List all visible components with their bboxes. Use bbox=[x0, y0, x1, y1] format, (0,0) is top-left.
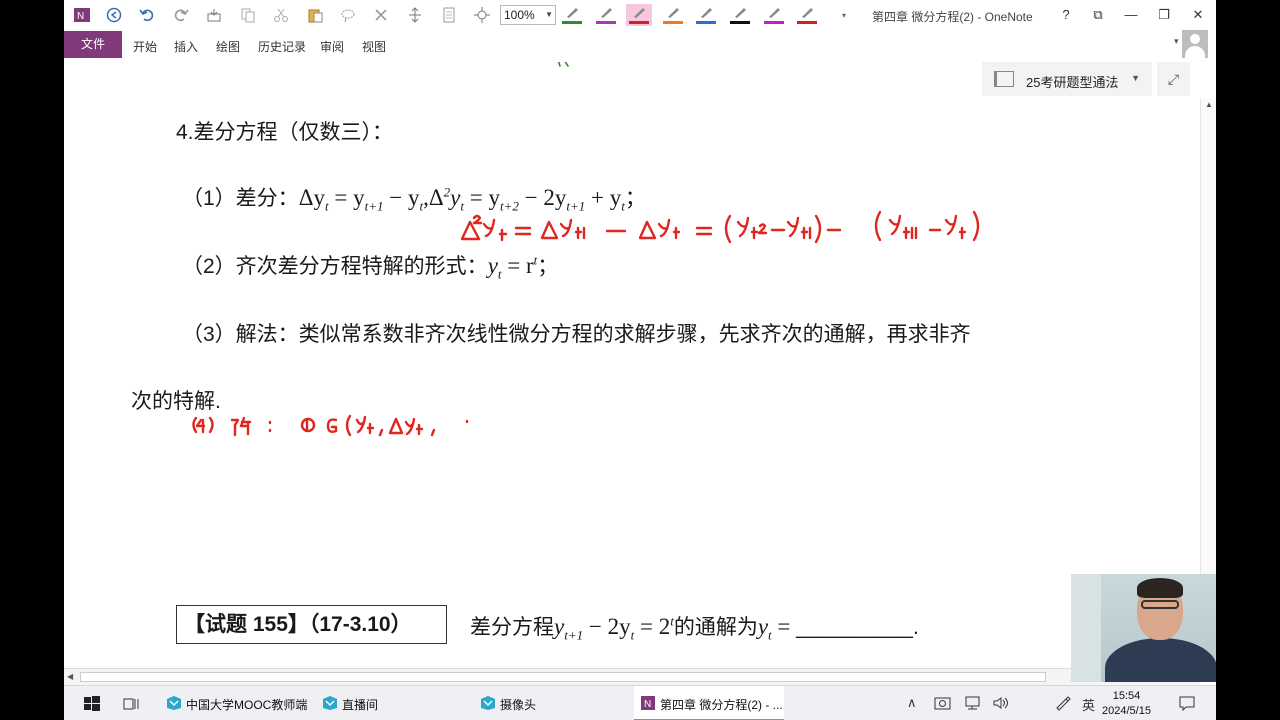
pen-icon bbox=[769, 8, 780, 18]
trial-question: 差分方程yt+1 − 2yt = 2t的通解为yt = __________. bbox=[470, 613, 919, 643]
ribbon-tabs: 文件 开始 插入 绘图 历史记录 审阅 视图 ▾ bbox=[64, 30, 1216, 60]
pen-color-bar bbox=[562, 21, 582, 24]
taskbar-item-mooc[interactable]: 中国大学MOOC教师端 bbox=[160, 686, 307, 720]
undo-icon[interactable] bbox=[137, 5, 157, 25]
task-view-icon bbox=[123, 698, 139, 710]
clock-date: 2024/5/15 bbox=[1102, 705, 1151, 717]
task-view-button[interactable] bbox=[114, 686, 148, 720]
taskbar-item-live[interactable]: 直播间 bbox=[316, 686, 461, 720]
mooc-app-icon bbox=[323, 696, 337, 710]
insert-space-icon[interactable] bbox=[405, 5, 425, 25]
svg-text:N: N bbox=[644, 699, 651, 710]
start-button[interactable] bbox=[72, 686, 112, 720]
taskbar: 中国大学MOOC教师端 直播间 摄像头 N 第四章 微分方程(2) - ... … bbox=[64, 685, 1216, 720]
tab-history[interactable]: 历史记录 bbox=[258, 38, 306, 55]
clock-time: 15:54 bbox=[1112, 690, 1141, 702]
svg-text:N: N bbox=[77, 11, 84, 22]
zoom-value: 100% bbox=[504, 8, 535, 22]
ribbon-display-button[interactable]: ⧉ bbox=[1083, 5, 1113, 25]
handwritten-ink-layer[interactable] bbox=[64, 62, 1200, 667]
delete-icon[interactable] bbox=[371, 5, 391, 25]
pen-magenta[interactable] bbox=[761, 4, 787, 26]
mooc-app-icon bbox=[167, 696, 181, 710]
pen-orange[interactable] bbox=[660, 4, 686, 26]
pen-icon bbox=[567, 8, 578, 18]
minimize-button[interactable]: — bbox=[1116, 5, 1146, 25]
redo-icon[interactable] bbox=[171, 5, 191, 25]
pen-color-bar bbox=[797, 21, 817, 24]
paste-icon[interactable] bbox=[305, 5, 325, 25]
tab-view[interactable]: 视图 bbox=[362, 38, 386, 55]
cut-icon[interactable] bbox=[271, 5, 291, 25]
account-dropdown-icon[interactable]: ▾ bbox=[1174, 36, 1179, 47]
webcam-overlay bbox=[1071, 574, 1216, 682]
trial-label: 【试题 155】（17-3.10） bbox=[176, 605, 447, 644]
pen-icon bbox=[601, 8, 612, 18]
notification-icon[interactable] bbox=[1178, 695, 1196, 711]
pen-icon bbox=[802, 8, 813, 18]
page-icon[interactable] bbox=[439, 5, 459, 25]
windows-icon bbox=[84, 696, 100, 711]
pen-color-bar bbox=[596, 21, 616, 24]
pen-green[interactable] bbox=[559, 4, 585, 26]
onenote-window: N 100% ▼ ▾ 第四章 微分方程(2) - OneNote ? ⧉ — ❐… bbox=[64, 0, 1216, 720]
mooc-app-icon bbox=[481, 696, 495, 710]
pen-red[interactable] bbox=[794, 4, 820, 26]
lasso-icon[interactable] bbox=[338, 5, 358, 25]
quick-access-toolbar: N 100% ▼ ▾ 第四章 微分方程(2) - OneNote ? ⧉ — ❐… bbox=[64, 0, 1216, 30]
dock-icon[interactable] bbox=[204, 5, 224, 25]
pen-color-bar bbox=[696, 21, 716, 24]
customize-toolbar-icon[interactable]: ▾ bbox=[834, 5, 854, 25]
pen-color-bar bbox=[730, 21, 750, 24]
copy-icon[interactable] bbox=[238, 5, 258, 25]
tab-review[interactable]: 审阅 bbox=[320, 38, 344, 55]
taskbar-item-onenote[interactable]: N 第四章 微分方程(2) - ... bbox=[634, 686, 784, 720]
chevron-down-icon: ▼ bbox=[545, 10, 553, 19]
clock[interactable]: 15:54 2024/5/15 bbox=[1102, 689, 1151, 719]
volume-icon[interactable] bbox=[992, 695, 1010, 711]
close-button[interactable]: ✕ bbox=[1183, 5, 1213, 25]
pen-input-icon[interactable] bbox=[1054, 695, 1072, 711]
back-icon[interactable] bbox=[104, 5, 124, 25]
pen-icon bbox=[634, 8, 645, 18]
answer-blank: __________ bbox=[796, 616, 913, 639]
horizontal-scrollbar[interactable]: ◀ bbox=[64, 668, 1200, 685]
network-icon[interactable] bbox=[964, 695, 982, 711]
zoom-select[interactable]: 100% ▼ bbox=[500, 5, 556, 25]
pen-icon bbox=[701, 8, 712, 18]
onenote-icon: N bbox=[72, 5, 92, 25]
pen-color-bar bbox=[629, 21, 649, 24]
pen-color-bar bbox=[663, 21, 683, 24]
tab-home[interactable]: 开始 bbox=[133, 38, 157, 55]
pan-icon[interactable] bbox=[472, 5, 492, 25]
avatar[interactable] bbox=[1182, 30, 1208, 58]
window-title: 第四章 微分方程(2) - OneNote bbox=[872, 10, 1033, 24]
tab-file[interactable]: 文件 bbox=[64, 31, 122, 58]
scroll-thumb[interactable] bbox=[80, 672, 1046, 682]
taskbar-item-camera[interactable]: 摄像头 bbox=[474, 686, 624, 720]
help-button[interactable]: ? bbox=[1051, 5, 1081, 25]
onenote-icon: N bbox=[641, 696, 655, 710]
note-canvas[interactable]: 4.差分方程（仅数三）： （1）差分：Δyt = yt+1 − yt,Δ2yt … bbox=[64, 62, 1200, 667]
pen-icon bbox=[668, 8, 679, 18]
chevron-up-icon[interactable]: ∧ bbox=[907, 695, 917, 711]
pen-icon bbox=[735, 8, 746, 18]
pen-black[interactable] bbox=[727, 4, 753, 26]
pen-red-selected[interactable] bbox=[626, 4, 652, 26]
ime-indicator[interactable]: 英 bbox=[1082, 695, 1095, 714]
pen-purple[interactable] bbox=[593, 4, 619, 26]
tab-insert[interactable]: 插入 bbox=[174, 38, 198, 55]
camera-tray-icon[interactable] bbox=[934, 695, 952, 711]
scroll-left-icon[interactable]: ◀ bbox=[67, 672, 73, 681]
maximize-button[interactable]: ❐ bbox=[1149, 5, 1179, 25]
tab-draw[interactable]: 绘图 bbox=[216, 38, 240, 55]
pen-color-bar bbox=[764, 21, 784, 24]
trial-equation: yt+1 − 2yt = 2t bbox=[554, 613, 674, 643]
pen-blue[interactable] bbox=[693, 4, 719, 26]
scroll-up-icon[interactable]: ▲ bbox=[1205, 100, 1213, 109]
